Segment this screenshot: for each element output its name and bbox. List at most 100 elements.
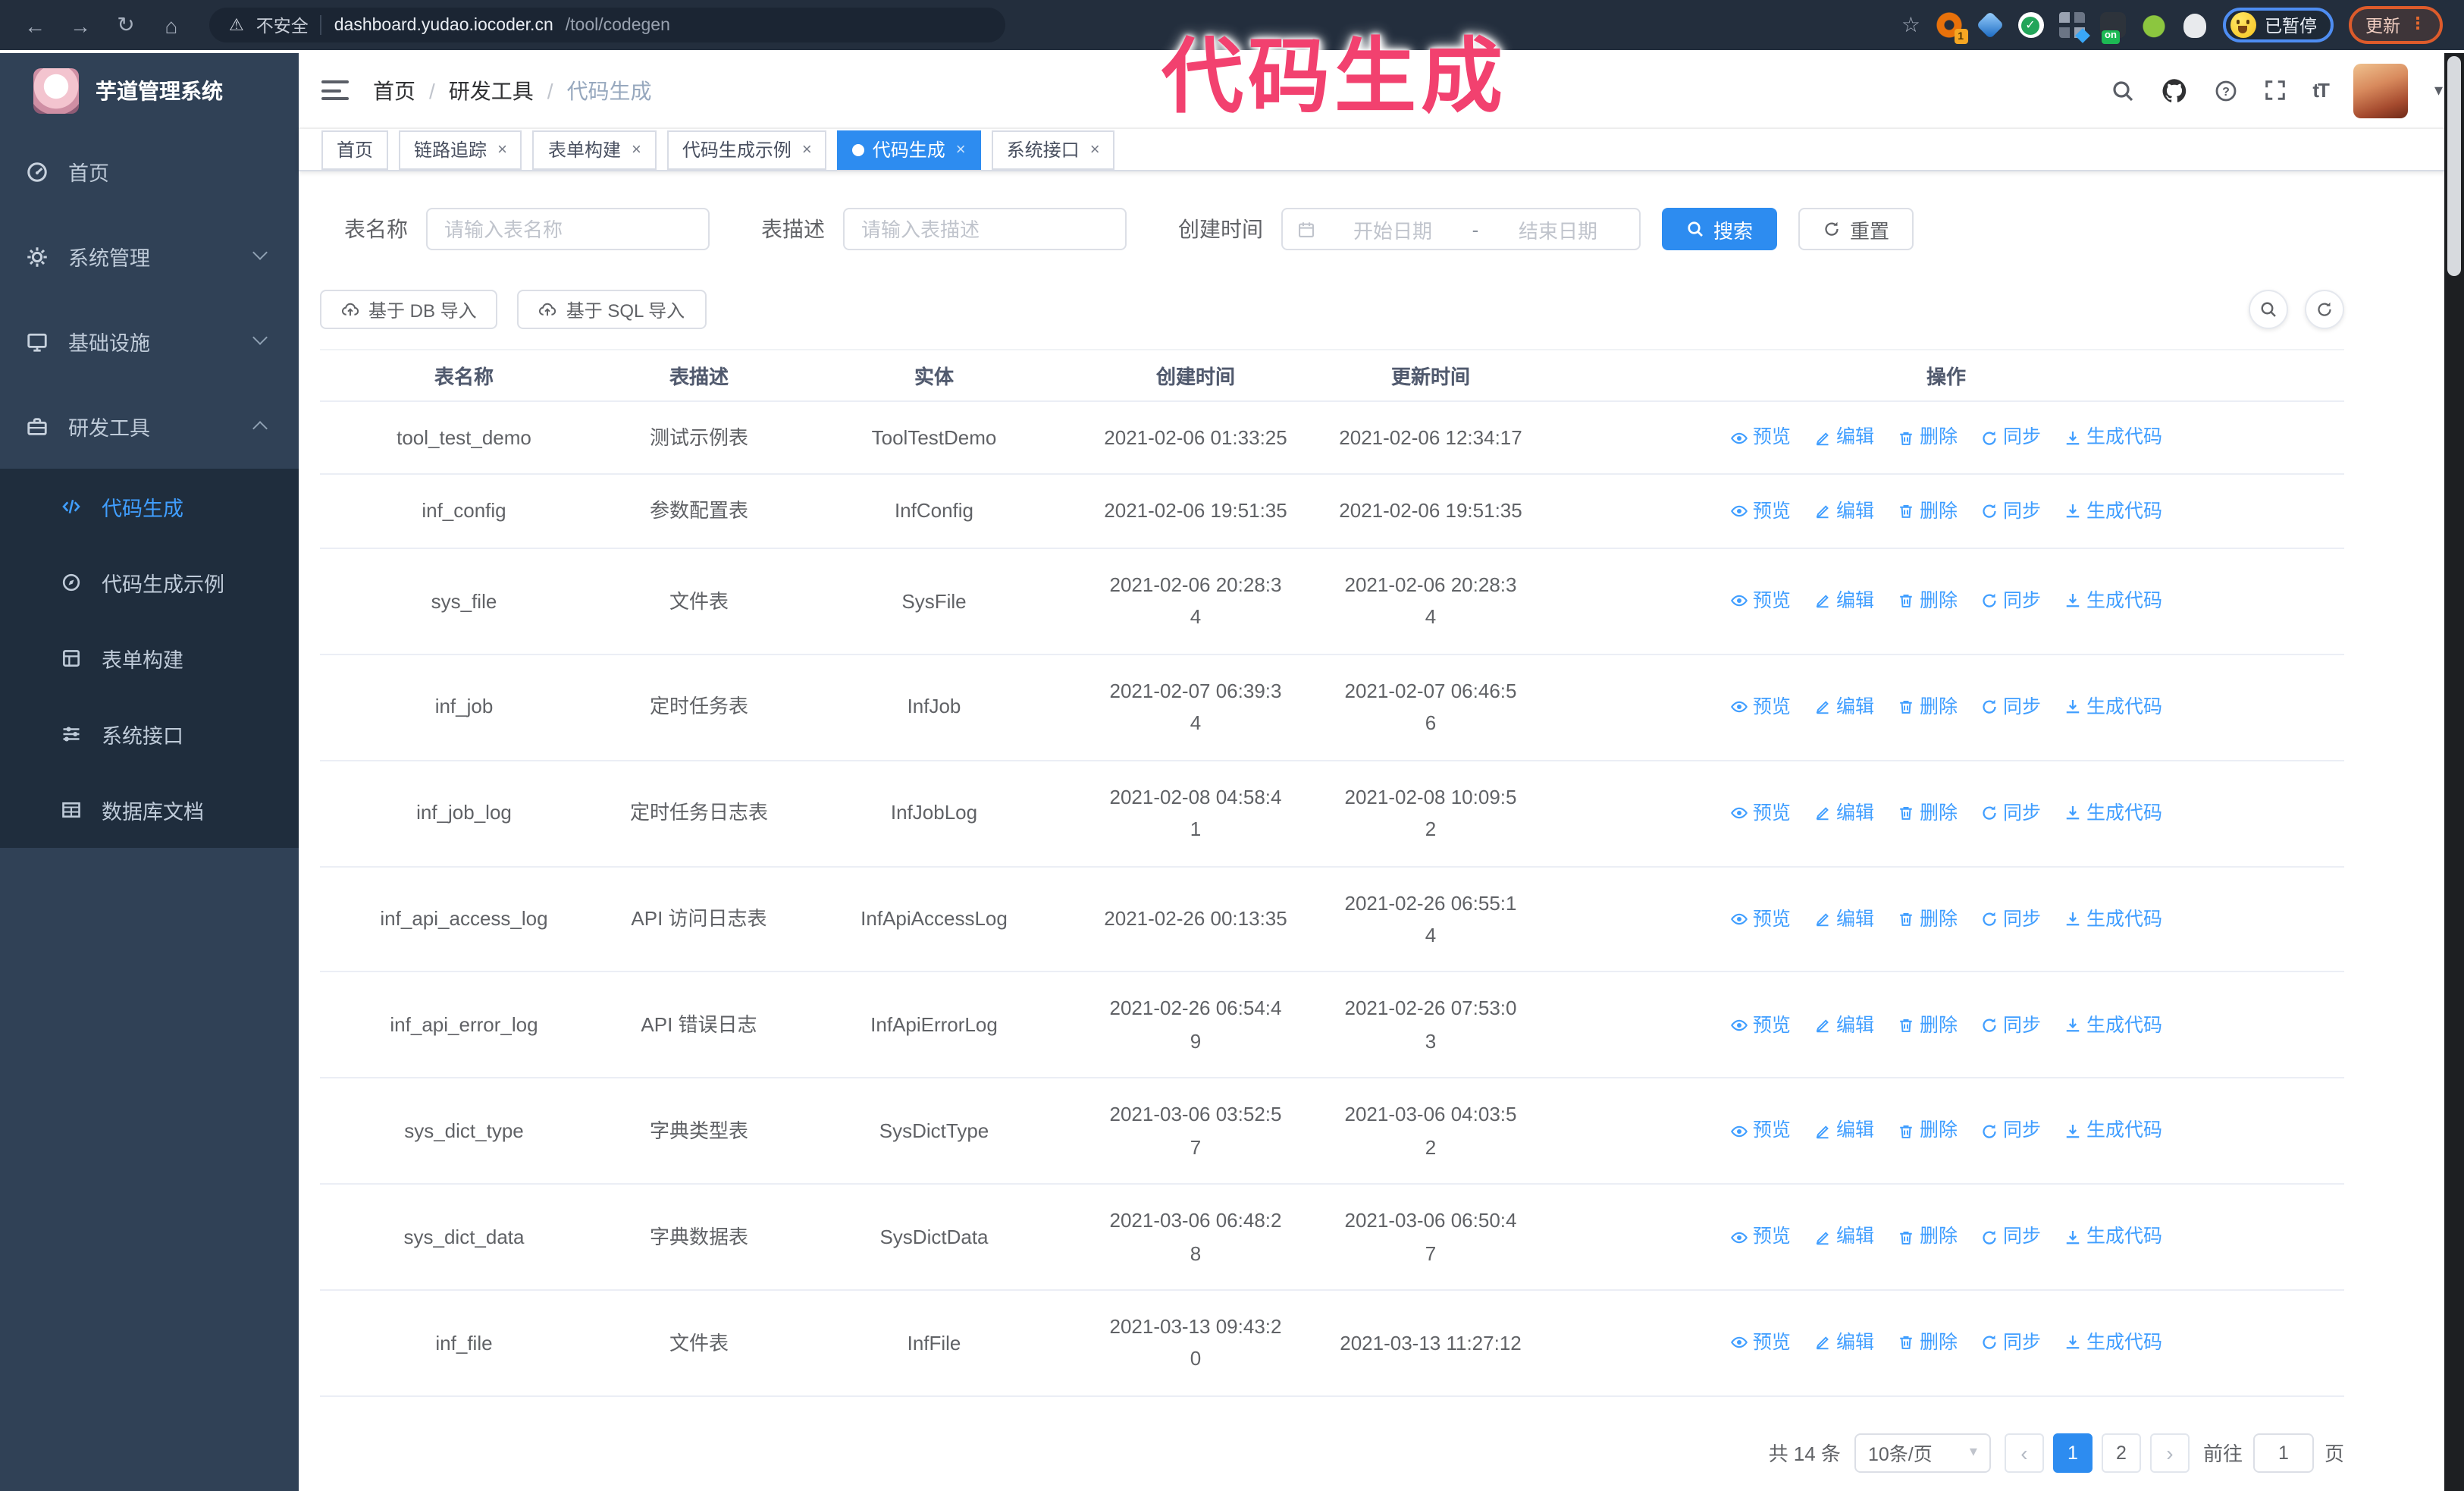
preview-button[interactable]: 预览 xyxy=(1730,1009,1791,1041)
extension-icon-grid[interactable] xyxy=(2058,12,2089,43)
delete-button[interactable]: 删除 xyxy=(1897,422,1958,454)
sync-button[interactable]: 同步 xyxy=(1980,1327,2041,1358)
sidebar-item-db-doc[interactable]: 数据库文档 xyxy=(0,772,299,848)
generate-code-button[interactable]: 生成代码 xyxy=(2064,422,2162,454)
forward-icon[interactable]: → xyxy=(61,7,100,43)
edit-button[interactable]: 编辑 xyxy=(1814,1327,1874,1358)
page-button-1[interactable]: 1 xyxy=(2052,1433,2093,1473)
sidebar-item-home[interactable]: 首页 xyxy=(0,129,299,214)
refresh-table-button[interactable] xyxy=(2305,290,2344,329)
delete-button[interactable]: 删除 xyxy=(1897,798,1958,829)
generate-code-button[interactable]: 生成代码 xyxy=(2064,798,2162,829)
delete-button[interactable]: 删除 xyxy=(1897,585,1958,617)
delete-button[interactable]: 删除 xyxy=(1897,903,1958,934)
close-tab-icon[interactable]: × xyxy=(497,140,507,159)
sidebar-item-system-management[interactable]: 系统管理 xyxy=(0,214,299,299)
preview-button[interactable]: 预览 xyxy=(1730,1222,1791,1253)
edit-button[interactable]: 编辑 xyxy=(1814,798,1874,829)
generate-code-button[interactable]: 生成代码 xyxy=(2064,1009,2162,1041)
toggle-search-button[interactable] xyxy=(2249,290,2288,329)
preview-button[interactable]: 预览 xyxy=(1730,496,1791,527)
table-name-input[interactable] xyxy=(426,208,710,250)
page-button-2[interactable]: 2 xyxy=(2101,1433,2141,1473)
extension-icon-ghost[interactable] xyxy=(2181,12,2207,38)
sync-button[interactable]: 同步 xyxy=(1980,1222,2041,1253)
edit-button[interactable]: 编辑 xyxy=(1814,496,1874,527)
home-icon[interactable]: ⌂ xyxy=(152,7,191,43)
table-desc-input[interactable] xyxy=(843,208,1127,250)
sidebar-item-dev-tools[interactable]: 研发工具 xyxy=(0,384,299,469)
sidebar-item-infrastructure[interactable]: 基础设施 xyxy=(0,299,299,384)
edit-button[interactable]: 编辑 xyxy=(1814,585,1874,617)
tab-代码生成示例[interactable]: 代码生成示例 × xyxy=(666,130,827,169)
preview-button[interactable]: 预览 xyxy=(1730,1116,1791,1147)
delete-button[interactable]: 删除 xyxy=(1897,692,1958,723)
tab-首页[interactable]: 首页 xyxy=(321,130,389,169)
search-button[interactable]: 搜索 xyxy=(1662,208,1778,250)
tab-系统接口[interactable]: 系统接口 × xyxy=(991,130,1115,169)
edit-button[interactable]: 编辑 xyxy=(1814,422,1874,454)
edit-button[interactable]: 编辑 xyxy=(1814,1116,1874,1147)
goto-page-input[interactable] xyxy=(2252,1433,2314,1473)
generate-code-button[interactable]: 生成代码 xyxy=(2064,496,2162,527)
back-icon[interactable]: ← xyxy=(15,7,55,43)
search-icon[interactable] xyxy=(2111,78,2135,102)
breadcrumb-home[interactable]: 首页 xyxy=(373,75,415,105)
address-bar[interactable]: ⚠ 不安全 dashboard.yudao.iocoder.cn/tool/co… xyxy=(209,8,1005,42)
scrollbar-thumb[interactable] xyxy=(2447,56,2461,276)
close-tab-icon[interactable]: × xyxy=(802,140,812,159)
sync-button[interactable]: 同步 xyxy=(1980,1116,2041,1147)
sync-button[interactable]: 同步 xyxy=(1980,585,2041,617)
close-tab-icon[interactable]: × xyxy=(1090,140,1100,159)
bookmark-star-icon[interactable]: ☆ xyxy=(1901,12,1920,38)
tab-链路追踪[interactable]: 链路追踪 × xyxy=(399,130,522,169)
generate-code-button[interactable]: 生成代码 xyxy=(2064,1327,2162,1358)
tab-表单构建[interactable]: 表单构建 × xyxy=(532,130,657,169)
preview-button[interactable]: 预览 xyxy=(1730,903,1791,934)
generate-code-button[interactable]: 生成代码 xyxy=(2064,585,2162,617)
preview-button[interactable]: 预览 xyxy=(1730,1327,1791,1358)
breadcrumb-dev-tools[interactable]: 研发工具 xyxy=(449,75,534,105)
extension-icon-donut[interactable]: 1 xyxy=(1936,12,1967,44)
browser-update-button[interactable]: 更新 ⋮ xyxy=(2349,6,2443,44)
preview-button[interactable]: 预览 xyxy=(1730,798,1791,829)
import-sql-button[interactable]: 基于 SQL 导入 xyxy=(517,290,707,329)
reset-button[interactable]: 重置 xyxy=(1798,208,1914,250)
edit-button[interactable]: 编辑 xyxy=(1814,692,1874,723)
app-logo-row[interactable]: 芋道管理系统 xyxy=(0,53,299,129)
generate-code-button[interactable]: 生成代码 xyxy=(2064,903,2162,934)
paused-extension-button[interactable]: 已暂停 xyxy=(2222,8,2334,42)
close-tab-icon[interactable]: × xyxy=(632,140,641,159)
generate-code-button[interactable]: 生成代码 xyxy=(2064,692,2162,723)
sync-button[interactable]: 同步 xyxy=(1980,798,2041,829)
sidebar-item-system-api[interactable]: 系统接口 xyxy=(0,696,299,772)
tab-代码生成[interactable]: 代码生成 × xyxy=(837,130,981,169)
sidebar-item-codegen[interactable]: 代码生成 xyxy=(0,469,299,545)
sidebar-item-form-builder[interactable]: 表单构建 xyxy=(0,620,299,696)
extension-icon-check[interactable]: ✓ xyxy=(2017,12,2043,38)
delete-button[interactable]: 删除 xyxy=(1897,1009,1958,1041)
user-avatar[interactable] xyxy=(2353,63,2409,118)
prev-page-button[interactable]: ‹ xyxy=(2004,1433,2044,1473)
preview-button[interactable]: 预览 xyxy=(1730,692,1791,723)
import-db-button[interactable]: 基于 DB 导入 xyxy=(320,290,498,329)
edit-button[interactable]: 编辑 xyxy=(1814,1222,1874,1253)
delete-button[interactable]: 删除 xyxy=(1897,496,1958,527)
preview-button[interactable]: 预览 xyxy=(1730,585,1791,617)
sync-button[interactable]: 同步 xyxy=(1980,692,2041,723)
delete-button[interactable]: 删除 xyxy=(1897,1327,1958,1358)
extension-icon-frog[interactable] xyxy=(2140,12,2166,38)
extension-icon-dark[interactable]: on xyxy=(2099,12,2125,44)
page-scrollbar[interactable] xyxy=(2444,53,2464,1491)
delete-button[interactable]: 删除 xyxy=(1897,1222,1958,1253)
chevron-down-icon[interactable]: ▾ xyxy=(2434,80,2443,100)
generate-code-button[interactable]: 生成代码 xyxy=(2064,1116,2162,1147)
extension-icon-gem[interactable] xyxy=(1975,11,2004,39)
close-tab-icon[interactable]: × xyxy=(956,140,966,159)
sync-button[interactable]: 同步 xyxy=(1980,903,2041,934)
sync-button[interactable]: 同步 xyxy=(1980,496,2041,527)
edit-button[interactable]: 编辑 xyxy=(1814,1009,1874,1041)
reload-icon[interactable]: ↻ xyxy=(106,7,146,43)
sync-button[interactable]: 同步 xyxy=(1980,422,2041,454)
sidebar-item-codegen-example[interactable]: 代码生成示例 xyxy=(0,545,299,620)
